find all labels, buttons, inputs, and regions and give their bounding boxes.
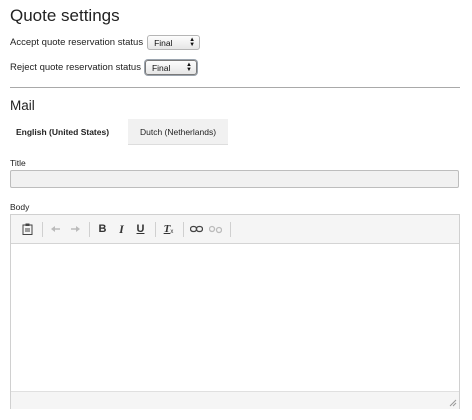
accept-status-label: Accept quote reservation status bbox=[10, 37, 144, 48]
toolbar-separator bbox=[155, 221, 156, 237]
resize-handle-icon[interactable] bbox=[449, 399, 457, 407]
tab-dutch-netherlands[interactable]: Dutch (Netherlands) bbox=[128, 119, 228, 145]
toolbar-separator bbox=[42, 221, 43, 237]
reject-status-row: Reject quote reservation status Final ▲ ▼ bbox=[10, 60, 197, 75]
unlink-icon[interactable] bbox=[207, 221, 224, 238]
title-input[interactable] bbox=[10, 170, 459, 188]
underline-icon[interactable]: U bbox=[132, 221, 149, 238]
mail-heading: Mail bbox=[10, 98, 35, 113]
editor-statusbar bbox=[11, 391, 459, 409]
body-label: Body bbox=[10, 202, 30, 212]
toolbar-separator bbox=[230, 221, 231, 237]
bold-icon[interactable]: B bbox=[94, 221, 111, 238]
editor-toolbar: B I U Tx bbox=[11, 215, 459, 244]
undo-icon[interactable] bbox=[47, 221, 64, 238]
accept-status-select[interactable]: Final ▲ ▼ bbox=[147, 35, 201, 50]
toolbar-separator bbox=[183, 221, 184, 237]
body-editor: B I U Tx bbox=[10, 214, 460, 409]
italic-icon[interactable]: I bbox=[113, 221, 130, 238]
tab-english-united-states[interactable]: English (United States) bbox=[10, 119, 128, 145]
reject-status-value: Final bbox=[151, 62, 171, 73]
body-editor-content[interactable] bbox=[11, 244, 459, 391]
accept-status-value: Final bbox=[154, 37, 173, 48]
select-arrows-icon: ▲ ▼ bbox=[186, 61, 192, 73]
remove-format-glyph: T bbox=[163, 223, 171, 235]
reject-status-select[interactable]: Final ▲ ▼ bbox=[144, 60, 197, 75]
title-label: Title bbox=[10, 158, 26, 168]
quote-settings-heading: Quote settings bbox=[10, 6, 120, 25]
remove-format-icon[interactable]: Tx bbox=[160, 221, 177, 238]
paste-text-icon[interactable] bbox=[19, 221, 36, 238]
section-divider bbox=[10, 87, 460, 88]
redo-icon[interactable] bbox=[66, 221, 83, 238]
link-icon[interactable] bbox=[188, 221, 205, 238]
toolbar-separator bbox=[89, 221, 90, 237]
reject-status-label: Reject quote reservation status bbox=[10, 62, 141, 73]
select-arrows-icon: ▲ ▼ bbox=[189, 36, 196, 48]
accept-status-row: Accept quote reservation status Final ▲ ▼ bbox=[10, 35, 201, 50]
